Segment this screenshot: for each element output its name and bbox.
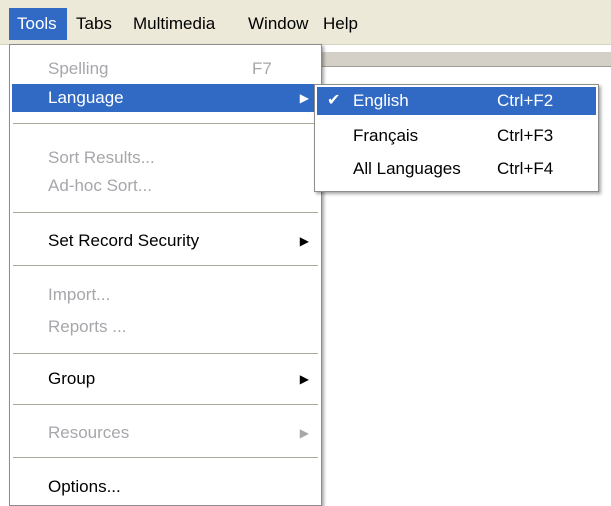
menu-separator	[13, 353, 318, 355]
spelling-label: Spelling	[48, 59, 109, 78]
import-label: Import...	[48, 285, 111, 304]
menu-window[interactable]: Window	[240, 8, 316, 40]
all-languages-label: All Languages	[353, 159, 461, 178]
language-submenu: ✔ English Ctrl+F2 Français Ctrl+F3 All L…	[314, 84, 599, 192]
english-label: English	[353, 91, 409, 110]
menu-separator	[13, 457, 318, 459]
group-label: Group	[48, 369, 96, 388]
resources-label: Resources	[48, 423, 130, 442]
menu-item-adhoc-sort[interactable]: Ad-hoc Sort...	[12, 172, 319, 200]
menu-item-language[interactable]: Language ▶	[12, 84, 319, 112]
all-languages-shortcut: Ctrl+F4	[497, 159, 554, 178]
menu-separator	[13, 404, 318, 406]
menu-item-reports[interactable]: Reports ...	[12, 313, 319, 341]
triangle-right-icon: ▶	[299, 91, 309, 105]
language-label: Language	[48, 88, 124, 107]
menu-item-resources[interactable]: Resources ▶	[12, 419, 319, 447]
submenu-item-francais[interactable]: Français Ctrl+F3	[317, 122, 596, 150]
triangle-right-icon: ▶	[299, 372, 309, 386]
submenu-item-all-languages[interactable]: All Languages Ctrl+F4	[317, 155, 596, 183]
submenu-item-english[interactable]: ✔ English Ctrl+F2	[317, 87, 596, 115]
triangle-right-icon: ▶	[299, 234, 309, 248]
triangle-right-icon: ▶	[299, 426, 309, 440]
menu-item-group[interactable]: Group ▶	[12, 365, 319, 393]
menu-multimedia[interactable]: Multimedia	[125, 8, 223, 40]
francais-label: Français	[353, 126, 419, 145]
menu-bar: Tools Tabs Multimedia Window Help	[0, 0, 611, 45]
menu-item-sort-results[interactable]: Sort Results...	[12, 144, 319, 172]
set-record-security-label: Set Record Security	[48, 231, 200, 250]
tools-menu: Spelling F7 Language ▶ Sort Results... A…	[9, 44, 322, 506]
menu-separator	[13, 265, 318, 267]
english-shortcut: Ctrl+F2	[497, 91, 554, 110]
window-toolbar-strip	[320, 52, 611, 67]
menu-help[interactable]: Help	[315, 8, 366, 40]
spelling-shortcut: F7	[252, 59, 272, 78]
menu-item-set-record-security[interactable]: Set Record Security ▶	[12, 227, 319, 255]
sort-results-label: Sort Results...	[48, 148, 155, 167]
menu-item-import[interactable]: Import...	[12, 281, 319, 309]
menu-item-options[interactable]: Options...	[12, 473, 319, 501]
adhoc-sort-label: Ad-hoc Sort...	[48, 176, 152, 195]
menu-tabs[interactable]: Tabs	[68, 8, 120, 40]
menu-separator	[13, 212, 318, 214]
menu-item-spelling[interactable]: Spelling F7	[12, 55, 319, 83]
menu-tools[interactable]: Tools	[9, 8, 67, 40]
reports-label: Reports ...	[48, 317, 127, 336]
checkmark-icon: ✔	[327, 92, 341, 109]
menu-separator	[13, 123, 318, 125]
options-label: Options...	[48, 477, 121, 496]
francais-shortcut: Ctrl+F3	[497, 126, 554, 145]
